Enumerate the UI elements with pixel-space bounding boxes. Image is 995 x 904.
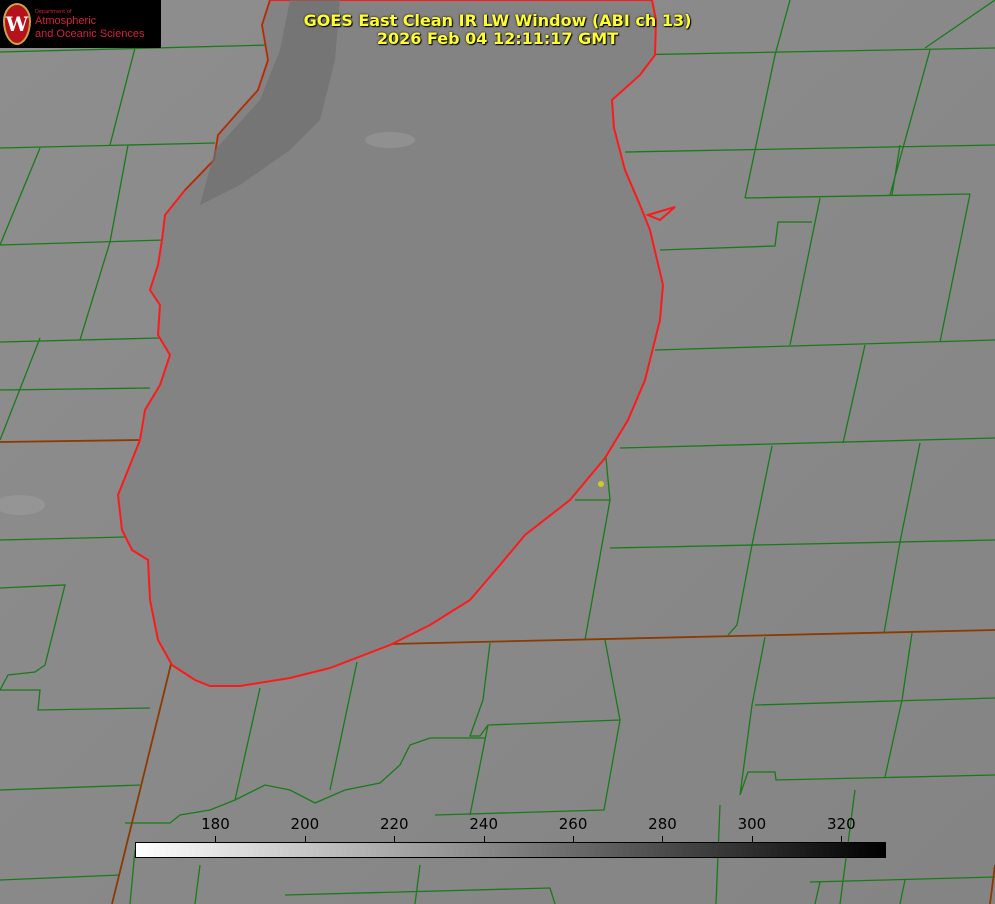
image-timestamp: 2026 Feb 04 12:11:17 GMT [376,29,619,48]
colorbar-tick-label: 260 [558,815,588,833]
colorbar-tick-label: 300 [737,815,767,833]
colorbar-tick-label: 180 [201,815,230,833]
colorbar-tick-label: 220 [379,815,409,833]
colorbar-tick-mark [304,836,306,842]
colorbar-tick-label: 320 [826,815,856,833]
colorbar-tick-mark [751,836,753,842]
map-canvas [0,0,995,904]
colorbar-tick-mark [573,836,575,842]
colorbar-tick-mark [483,836,485,842]
colorbar-tick-label: 200 [290,815,320,833]
colorbar-tick-label: 240 [469,815,498,833]
location-marker [598,481,604,487]
colorbar-tick-mark [215,836,217,842]
colorbar-tick-mark [841,836,843,842]
warm-patch [365,132,415,148]
colorbar-tick-label: 280 [648,815,677,833]
colorbar-tick-mark [394,836,396,842]
colorbar-tick-mark [662,836,664,842]
image-title: GOES East Clean IR LW Window (ABI ch 13) [303,11,692,30]
colorbar [135,842,886,858]
satellite-map-view: W Department of Atmospheric and Oceanic … [0,0,995,904]
